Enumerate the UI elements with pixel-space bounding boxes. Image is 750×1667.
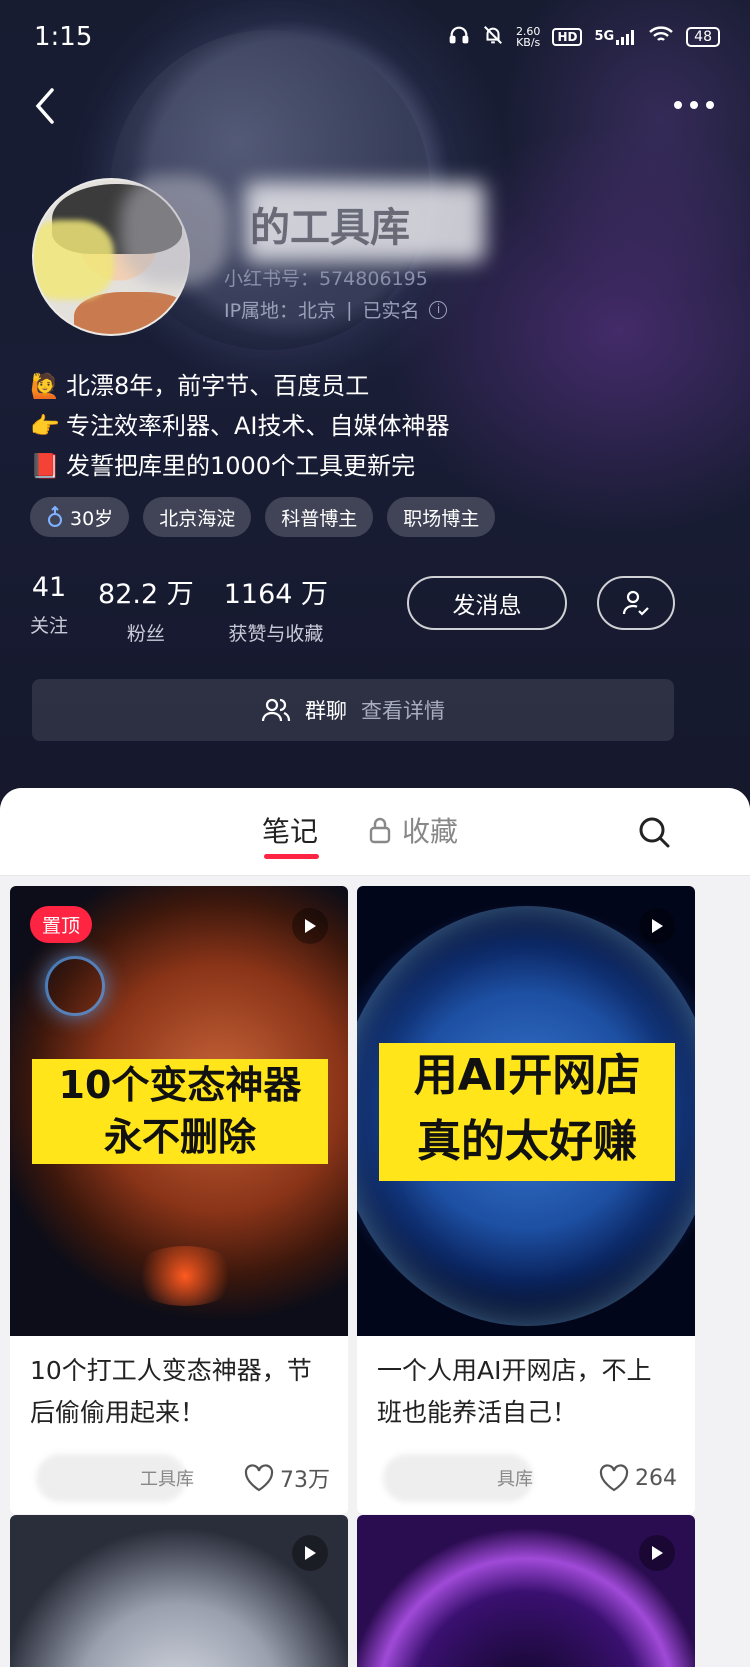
network-speed: 2.60 KB/s <box>516 26 541 48</box>
comet-decoration <box>45 956 105 1016</box>
stat-value: 82.2 万 <box>98 579 194 610</box>
bio-text: 北漂8年，前字节、百度员工 <box>66 372 370 400</box>
back-button[interactable] <box>28 84 68 128</box>
note-title: 10个打工人变态神器，节后偷偷用起来！ <box>30 1356 312 1427</box>
bio-line: 🙋 北漂8年，前字节、百度员工 <box>30 366 450 406</box>
divider: | <box>346 298 353 321</box>
stat-value: 41 <box>31 572 67 603</box>
tab-collections[interactable]: 收藏 <box>368 810 458 850</box>
bio: 🙋 北漂8年，前字节、百度员工 👉 专注效率利器、AI技术、自媒体神器 📕 发誓把库里… <box>30 366 450 486</box>
stat-following[interactable]: 41 关注 <box>30 572 68 646</box>
group-icon <box>261 698 291 722</box>
like-button[interactable]: 73万 <box>244 1462 330 1494</box>
cover-banner-line: 真的太好赚 <box>417 1116 637 1167</box>
video-play-icon <box>639 908 675 944</box>
verified-label: 已实名 <box>362 300 420 322</box>
more-dots-icon <box>674 101 714 109</box>
cover-banner: 用AI开网店 真的太好赚 <box>379 1043 675 1181</box>
note-card[interactable] <box>10 1515 348 1667</box>
ip-location: IP属地：北京 <box>224 300 337 322</box>
tab-notes[interactable]: 笔记 <box>262 810 318 850</box>
video-play-icon <box>292 1535 328 1571</box>
active-tab-indicator <box>264 854 319 859</box>
headphones-icon <box>448 24 470 50</box>
tag-location[interactable]: 北京海淀 <box>143 497 252 537</box>
bio-text: 发誓把库里的1000个工具更新完 <box>66 452 416 480</box>
video-play-icon <box>639 1535 675 1571</box>
more-options-button[interactable] <box>670 90 718 120</box>
bio-line: 👉 专注效率利器、AI技术、自媒体神器 <box>30 406 450 446</box>
network-speed-unit: KB/s <box>516 36 541 49</box>
heart-icon <box>599 1464 629 1492</box>
note-card[interactable] <box>357 1515 695 1667</box>
avatar-shirt <box>74 292 188 334</box>
video-play-icon <box>292 908 328 944</box>
battery-indicator: 48 <box>686 27 720 47</box>
signal-icon: 5G <box>594 29 636 45</box>
note-cover-image: 置顶 10个变态神器 永不删除 <box>10 886 348 1336</box>
tag-label: 30岁 <box>70 507 114 530</box>
cover-banner-line: 永不删除 <box>103 1115 256 1159</box>
status-bar: 1:15 2.60 KB/s HD 5G 48 <box>0 0 750 80</box>
wifi-icon <box>648 25 674 49</box>
bio-line: 📕 发誓把库里的1000个工具更新完 <box>30 446 450 486</box>
search-icon <box>639 817 670 848</box>
note-card[interactable]: 用AI开网店 真的太好赚 一个人用AI开网店，不上班也能养活自己！ 具库 264 <box>357 886 695 1514</box>
author-name[interactable]: 工具库 <box>140 1465 194 1491</box>
author-name[interactable]: 具库 <box>497 1465 533 1491</box>
bio-text: 专注效率利器、AI技术、自媒体神器 <box>66 412 450 440</box>
send-message-button[interactable]: 发消息 <box>407 576 567 630</box>
cover-banner-line: 用AI开网店 <box>413 1050 641 1101</box>
book-icon: 📕 <box>30 452 60 480</box>
search-button[interactable] <box>636 814 672 850</box>
stat-label: 粉丝 <box>126 623 165 645</box>
stat-value: 1164 万 <box>223 579 329 610</box>
profile-stats: 41 关注 82.2 万 粉丝 1164 万 获赞与收藏 <box>30 572 358 646</box>
male-icon <box>48 506 62 527</box>
pinned-badge: 置顶 <box>30 906 93 943</box>
explosion-decoration <box>130 1246 240 1306</box>
redbook-id: 小红书号：574806195 <box>224 268 428 290</box>
status-time: 1:15 <box>34 22 93 52</box>
note-cover-image: 用AI开网店 真的太好赚 <box>357 886 695 1336</box>
group-chat-label: 群聊 <box>305 699 347 723</box>
tab-collections-label: 收藏 <box>402 815 459 848</box>
tag-age[interactable]: 30岁 <box>30 497 130 537</box>
user-check-icon <box>622 590 649 616</box>
group-chat-details: 查看详情 <box>361 699 445 723</box>
profile-tags: 30岁 北京海淀 科普博主 职场博主 <box>30 497 496 537</box>
tag-workplace-blogger[interactable]: 职场博主 <box>387 497 496 537</box>
note-card[interactable]: 置顶 10个变态神器 永不删除 10个打工人变态神器，节后偷偷用起来！ 工具库 … <box>10 886 348 1514</box>
cover-banner: 10个变态神器 永不删除 <box>32 1059 328 1164</box>
group-chat-bar[interactable]: 群聊 查看详情 <box>32 679 674 741</box>
pointing-hand-icon: 👉 <box>30 412 60 440</box>
avatar-redaction-scribble <box>120 175 230 285</box>
tag-science-blogger[interactable]: 科普博主 <box>265 497 374 537</box>
note-meta: 具库 264 <box>357 1442 695 1514</box>
ip-location-row: IP属地：北京 | 已实名 i <box>224 296 448 323</box>
like-count: 264 <box>635 1465 677 1491</box>
network-type: 5G <box>594 29 615 44</box>
heart-icon <box>244 1464 274 1492</box>
hd-badge: HD <box>552 28 583 46</box>
lock-icon <box>369 817 391 844</box>
like-button[interactable]: 264 <box>599 1464 677 1492</box>
note-title: 一个人用AI开网店，不上班也能养活自己！ <box>377 1356 652 1427</box>
cover-banner-line: 10个变态神器 <box>58 1063 302 1107</box>
profile-name: 的工具库 <box>250 205 410 251</box>
raising-hand-icon: 🙋 <box>30 372 60 400</box>
stat-label: 关注 <box>30 615 69 637</box>
avatar-redaction <box>34 220 114 300</box>
follow-status-button[interactable] <box>597 576 675 630</box>
stat-likes-collects[interactable]: 1164 万 获赞与收藏 <box>224 572 328 646</box>
note-meta: 工具库 73万 <box>10 1442 348 1514</box>
stat-label: 获赞与收藏 <box>228 623 324 645</box>
like-count: 73万 <box>280 1468 330 1493</box>
chevron-left-icon <box>35 88 54 124</box>
mute-bell-icon <box>482 24 504 50</box>
info-icon[interactable]: i <box>429 300 448 319</box>
stat-followers[interactable]: 82.2 万 粉丝 <box>98 572 194 646</box>
